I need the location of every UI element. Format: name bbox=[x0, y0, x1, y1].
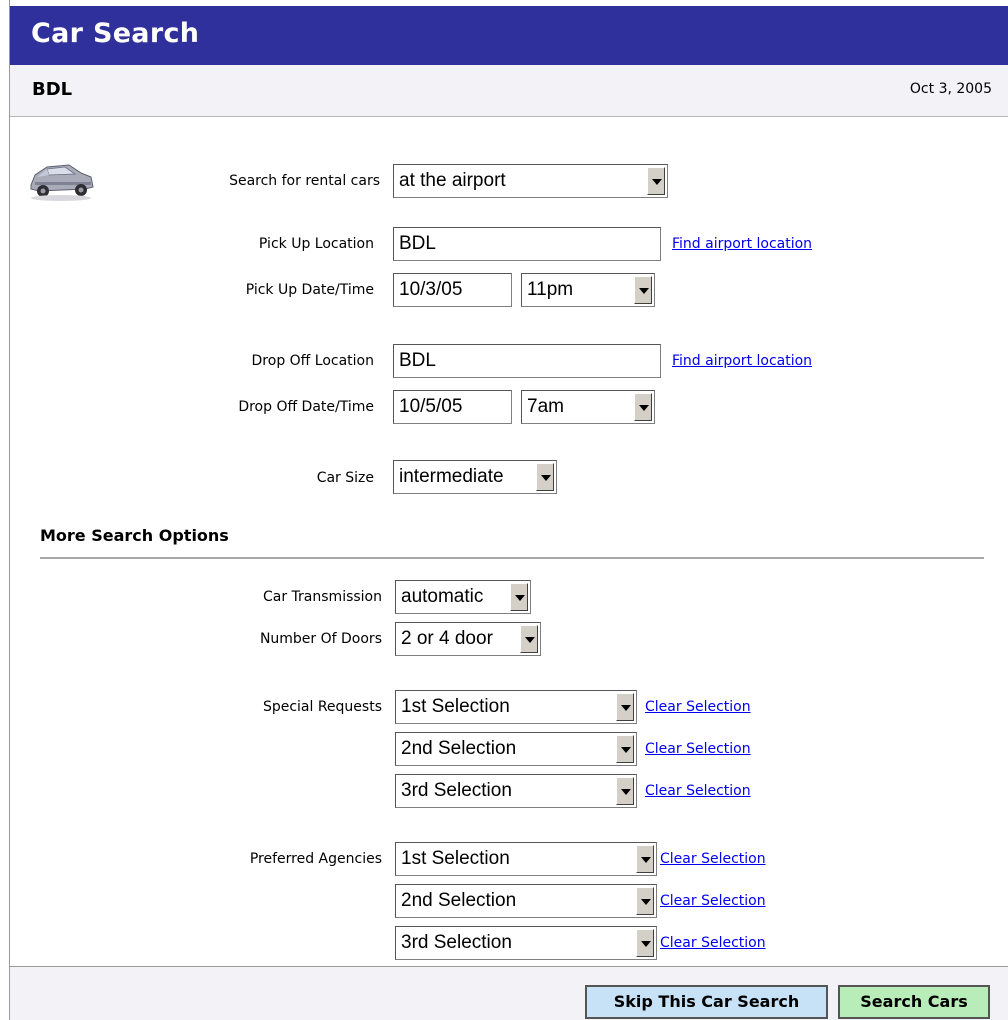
pickup-find-airport-link[interactable]: Find airport location bbox=[672, 236, 812, 252]
car-size-label: Car Size bbox=[316, 470, 374, 486]
chevron-down-icon[interactable] bbox=[634, 276, 652, 304]
location-code: BDL bbox=[32, 79, 73, 100]
sub-header: BDL Oct 3, 2005 bbox=[10, 65, 1008, 117]
more-options-heading: More Search Options bbox=[40, 526, 229, 545]
pickup-time-select[interactable]: 11pm bbox=[521, 273, 655, 307]
chevron-down-icon[interactable] bbox=[634, 393, 652, 421]
pickup-location-label: Pick Up Location bbox=[258, 236, 374, 252]
special-request-value-2: 2nd Selection bbox=[401, 738, 517, 759]
chevron-down-icon[interactable] bbox=[636, 929, 654, 957]
car-size-select[interactable]: intermediate bbox=[393, 460, 557, 494]
page-title: Car Search bbox=[31, 18, 200, 49]
dropoff-location-input[interactable]: BDL bbox=[393, 344, 661, 378]
special-requests-label: Special Requests bbox=[262, 699, 382, 715]
doors-label: Number Of Doors bbox=[259, 631, 382, 647]
search-for-select[interactable]: at the airport bbox=[393, 164, 668, 198]
search-date: Oct 3, 2005 bbox=[909, 81, 992, 97]
skip-car-search-button[interactable]: Skip This Car Search bbox=[585, 985, 828, 1019]
transmission-label: Car Transmission bbox=[263, 589, 382, 605]
transmission-value: automatic bbox=[401, 586, 484, 607]
chevron-down-icon[interactable] bbox=[636, 845, 654, 873]
chevron-down-icon[interactable] bbox=[616, 735, 634, 763]
dropoff-date-input[interactable]: 10/5/05 bbox=[393, 390, 512, 424]
preferred-agency-select-2[interactable]: 2nd Selection bbox=[395, 884, 657, 918]
special-request-select-2[interactable]: 2nd Selection bbox=[395, 732, 637, 766]
preferred-agency-clear-1[interactable]: Clear Selection bbox=[660, 851, 766, 867]
dropoff-time-select[interactable]: 7am bbox=[521, 390, 655, 424]
search-for-value: at the airport bbox=[399, 170, 506, 191]
preferred-agencies-label: Preferred Agencies bbox=[249, 851, 382, 867]
transmission-select[interactable]: automatic bbox=[395, 580, 531, 614]
chevron-down-icon[interactable] bbox=[636, 887, 654, 915]
dropoff-time-value: 7am bbox=[527, 396, 564, 417]
special-request-clear-1[interactable]: Clear Selection bbox=[645, 699, 751, 715]
preferred-agency-value-3: 3rd Selection bbox=[401, 932, 512, 953]
pickup-time-value: 11pm bbox=[527, 279, 574, 300]
section-divider bbox=[40, 557, 984, 559]
title-bar: Car Search bbox=[10, 6, 1008, 65]
chevron-down-icon[interactable] bbox=[647, 167, 665, 195]
preferred-agency-select-3[interactable]: 3rd Selection bbox=[395, 926, 657, 960]
chevron-down-icon[interactable] bbox=[520, 625, 538, 653]
preferred-agency-clear-2[interactable]: Clear Selection bbox=[660, 893, 766, 909]
car-icon bbox=[30, 164, 94, 201]
special-request-select-1[interactable]: 1st Selection bbox=[395, 690, 637, 724]
doors-select[interactable]: 2 or 4 door bbox=[395, 622, 541, 656]
dropoff-find-airport-link[interactable]: Find airport location bbox=[672, 353, 812, 369]
preferred-agency-value-2: 2nd Selection bbox=[401, 890, 517, 911]
special-request-select-3[interactable]: 3rd Selection bbox=[395, 774, 637, 808]
car-size-value: intermediate bbox=[399, 466, 504, 487]
preferred-agency-select-1[interactable]: 1st Selection bbox=[395, 842, 657, 876]
search-cars-button[interactable]: Search Cars bbox=[838, 985, 990, 1019]
special-request-value-3: 3rd Selection bbox=[401, 780, 512, 801]
preferred-agency-value-1: 1st Selection bbox=[401, 848, 510, 869]
special-request-clear-3[interactable]: Clear Selection bbox=[645, 783, 751, 799]
preferred-agency-clear-3[interactable]: Clear Selection bbox=[660, 935, 766, 951]
dropoff-location-label: Drop Off Location bbox=[251, 353, 374, 369]
chevron-down-icon[interactable] bbox=[616, 777, 634, 805]
pickup-date-input[interactable]: 10/3/05 bbox=[393, 273, 512, 307]
special-request-clear-2[interactable]: Clear Selection bbox=[645, 741, 751, 757]
chevron-down-icon[interactable] bbox=[616, 693, 634, 721]
pickup-location-input[interactable]: BDL bbox=[393, 227, 661, 261]
chevron-down-icon[interactable] bbox=[510, 583, 528, 611]
doors-value: 2 or 4 door bbox=[401, 628, 493, 649]
search-for-label: Search for rental cars bbox=[229, 173, 380, 189]
special-request-value-1: 1st Selection bbox=[401, 696, 510, 717]
dropoff-datetime-label: Drop Off Date/Time bbox=[238, 399, 374, 415]
chevron-down-icon[interactable] bbox=[536, 463, 554, 491]
pickup-datetime-label: Pick Up Date/Time bbox=[245, 282, 374, 298]
